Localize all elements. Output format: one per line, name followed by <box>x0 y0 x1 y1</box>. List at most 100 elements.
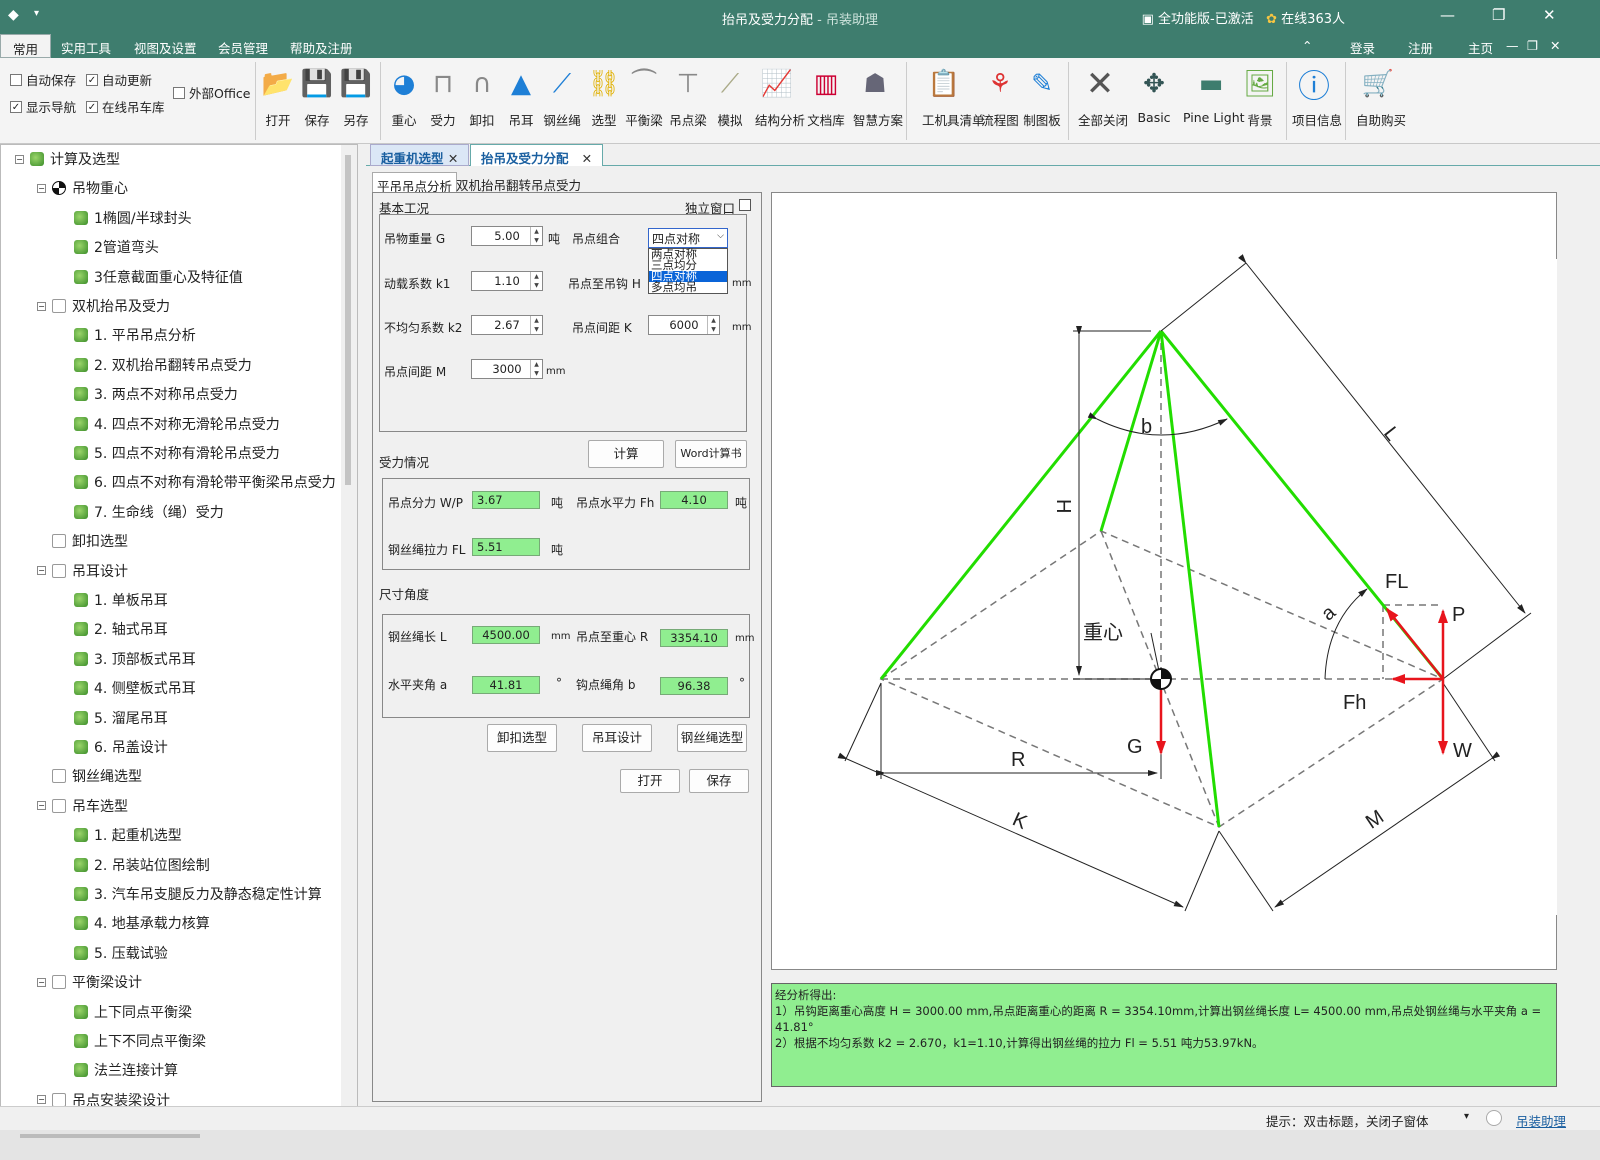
tree-item[interactable]: 2. 吊装站位图绘制 <box>59 851 210 879</box>
mdi-close-button[interactable]: ✕ <box>1550 38 1560 53</box>
tree-scrollbar-thumb[interactable] <box>345 155 351 485</box>
selection-button[interactable]: ⛓ 选型 <box>582 66 626 129</box>
autoupdate-checkbox[interactable]: ✓ 自动更新 <box>86 70 152 89</box>
basic-theme-button[interactable]: ✥ Basic <box>1132 66 1176 125</box>
shackle-button[interactable]: ∩ 卸扣 <box>460 66 504 129</box>
minimize-button[interactable]: — <box>1440 6 1455 24</box>
tree-item[interactable]: 1椭圆/半球封头 <box>59 204 192 232</box>
external-office-checkbox[interactable]: 外部Office <box>173 83 251 102</box>
tree-group[interactable]: − 双机抬吊及受力 <box>37 292 170 320</box>
m-input[interactable]: 3000 ▲ ▼ <box>471 359 543 379</box>
collapse-toggle-icon[interactable]: − <box>37 566 46 576</box>
tab-lifting-force[interactable]: 抬吊及受力分配 ✕ <box>470 144 604 166</box>
collapse-toggle-icon[interactable]: − <box>15 154 24 164</box>
shackle-select-button[interactable]: 卸扣选型 <box>487 724 557 752</box>
save-button[interactable]: 💾 保存 <box>295 66 339 129</box>
register-link[interactable]: 注册 <box>1408 38 1433 57</box>
weight-input[interactable]: 5.00 ▲ ▼ <box>471 226 543 246</box>
collapse-toggle-icon[interactable]: − <box>37 183 46 193</box>
k2-input[interactable]: 2.67 ▲ ▼ <box>471 315 543 335</box>
autosave-checkbox[interactable]: 自动保存 <box>10 70 76 89</box>
collapse-toggle-icon[interactable]: − <box>37 301 46 311</box>
tree-group[interactable]: 卸扣选型 <box>37 527 128 555</box>
tree-item[interactable]: 7. 生命线（绳）受力 <box>59 498 224 526</box>
collapse-toggle-icon[interactable]: − <box>37 977 46 987</box>
flowchart-button[interactable]: ⚘ 流程图 <box>978 66 1022 129</box>
tree-item[interactable]: 5. 溜尾吊耳 <box>59 704 168 732</box>
tree-item[interactable]: 3任意截面重心及特征值 <box>59 263 243 291</box>
background-button[interactable]: 🖼 背景 <box>1238 66 1282 129</box>
tree-item[interactable]: 1. 平吊吊点分析 <box>59 321 196 349</box>
tree-item[interactable]: 3. 两点不对称吊点受力 <box>59 380 238 408</box>
tree-group[interactable]: − 平衡梁设计 <box>37 968 142 996</box>
tab-close-icon[interactable]: ✕ <box>448 151 458 166</box>
k-input[interactable]: 6000 ▲ ▼ <box>648 315 720 335</box>
save-as-button[interactable]: 💾 另存 <box>334 66 378 129</box>
structure-analysis-button[interactable]: 📈 结构分析 <box>755 66 805 129</box>
tree-scrollbar[interactable] <box>341 145 357 1133</box>
tree-item[interactable]: 法兰连接计算 <box>59 1056 178 1084</box>
save-file-button[interactable]: 保存 <box>689 769 749 793</box>
tree-item[interactable]: 2. 双机抬吊翻转吊点受力 <box>59 351 252 379</box>
tree-item[interactable]: 4. 侧壁板式吊耳 <box>59 674 196 702</box>
tree-item[interactable]: 5. 压载试验 <box>59 939 168 967</box>
tree-item[interactable]: 3. 顶部板式吊耳 <box>59 645 196 673</box>
self-purchase-button[interactable]: 🛒 自助购买 <box>1356 66 1406 129</box>
menu-help[interactable]: 帮助及注册 <box>290 38 353 57</box>
tree-group[interactable]: − 吊物重心 <box>37 174 128 202</box>
maximize-button[interactable]: ❐ <box>1492 6 1505 24</box>
cg-button[interactable]: ◕ 重心 <box>382 66 426 129</box>
word-report-button[interactable]: Word计算书 <box>675 440 747 468</box>
lifting-beam-button[interactable]: ⊤ 吊点梁 <box>666 66 710 129</box>
tree-item[interactable]: 6. 吊盖设计 <box>59 733 168 761</box>
menu-view-settings[interactable]: 视图及设置 <box>134 38 197 57</box>
independent-window-checkbox[interactable] <box>739 199 751 211</box>
close-all-button[interactable]: ✕ 全部关闭 <box>1078 64 1128 129</box>
open-file-button[interactable]: 打开 <box>620 769 680 793</box>
tree-item[interactable]: 6. 四点不对称有滑轮带平衡梁吊点受力 <box>59 468 336 496</box>
lug-button[interactable]: ▲ 吊耳 <box>499 66 543 129</box>
drawing-board-button[interactable]: ✎ 制图板 <box>1020 66 1064 129</box>
open-button[interactable]: 📂 打开 <box>256 66 300 129</box>
close-button[interactable]: ✕ <box>1543 6 1556 24</box>
tree-item[interactable]: 1. 单板吊耳 <box>59 586 168 614</box>
k1-input[interactable]: 1.10 ▲ ▼ <box>471 271 543 291</box>
doc-library-button[interactable]: ▥ 文档库 <box>804 66 848 129</box>
spin-arrows-icon[interactable]: ▲ ▼ <box>530 316 542 334</box>
mdi-minimize-button[interactable]: — <box>1506 38 1519 53</box>
home-link[interactable]: 主页 <box>1468 38 1493 57</box>
tree-item[interactable]: 上下不同点平衡梁 <box>59 1027 206 1055</box>
force-button[interactable]: ⊓ 受力 <box>421 66 465 129</box>
tree-item[interactable]: 1. 起重机选型 <box>59 821 182 849</box>
tree-item[interactable]: 5. 四点不对称有滑轮吊点受力 <box>59 439 280 467</box>
tree-item[interactable]: 上下同点平衡梁 <box>59 998 192 1026</box>
horizontal-scrollbar-thumb[interactable] <box>20 1134 200 1138</box>
tree-group[interactable]: − 计算及选型 <box>15 145 120 173</box>
tab-crane-selection[interactable]: 起重机选型 ✕ <box>370 144 470 166</box>
pine-light-theme-button[interactable]: ▬ Pine Light <box>1183 66 1245 125</box>
tab-close-icon[interactable]: ✕ <box>582 151 592 166</box>
online-crane-lib-checkbox[interactable]: ✓ 在线吊车库 <box>86 97 165 116</box>
wire-rope-button[interactable]: ⟋ 钢丝绳 <box>540 66 584 129</box>
collapse-ribbon-icon[interactable]: ⌃ <box>1302 38 1312 53</box>
project-info-button[interactable]: ⓘ 项目信息 <box>1292 66 1342 129</box>
combo-select[interactable]: 四点对称 ⌵ <box>648 228 728 248</box>
tree-item[interactable]: 4. 四点不对称无滑轮吊点受力 <box>59 410 280 438</box>
lug-design-button[interactable]: 吊耳设计 <box>582 724 652 752</box>
spin-arrows-icon[interactable]: ▲ ▼ <box>707 316 719 334</box>
smart-plan-button[interactable]: ☗ 智慧方案 <box>853 66 903 129</box>
status-dropdown-icon[interactable]: ▾ <box>1464 1111 1469 1122</box>
status-app-link[interactable]: 吊装助理 <box>1516 1111 1566 1130</box>
simulate-button[interactable]: ⟋ 模拟 <box>708 66 752 129</box>
tree-group[interactable]: 钢丝绳选型 <box>37 762 142 790</box>
tab-flat-lift[interactable]: 平吊吊点分析 <box>372 172 458 194</box>
mdi-restore-button[interactable]: ❐ <box>1527 38 1538 53</box>
tree-item[interactable]: 4. 地基承载力核算 <box>59 909 210 937</box>
tree-group[interactable]: − 吊车选型 <box>37 792 128 820</box>
menu-common[interactable]: 常用 <box>0 34 52 58</box>
spin-arrows-icon[interactable]: ▲ ▼ <box>530 360 542 378</box>
rope-select-button[interactable]: 钢丝绳选型 <box>677 724 747 752</box>
spin-arrows-icon[interactable]: ▲ ▼ <box>530 272 542 290</box>
spin-arrows-icon[interactable]: ▲ ▼ <box>530 227 542 245</box>
menu-utilities[interactable]: 实用工具 <box>61 38 111 57</box>
